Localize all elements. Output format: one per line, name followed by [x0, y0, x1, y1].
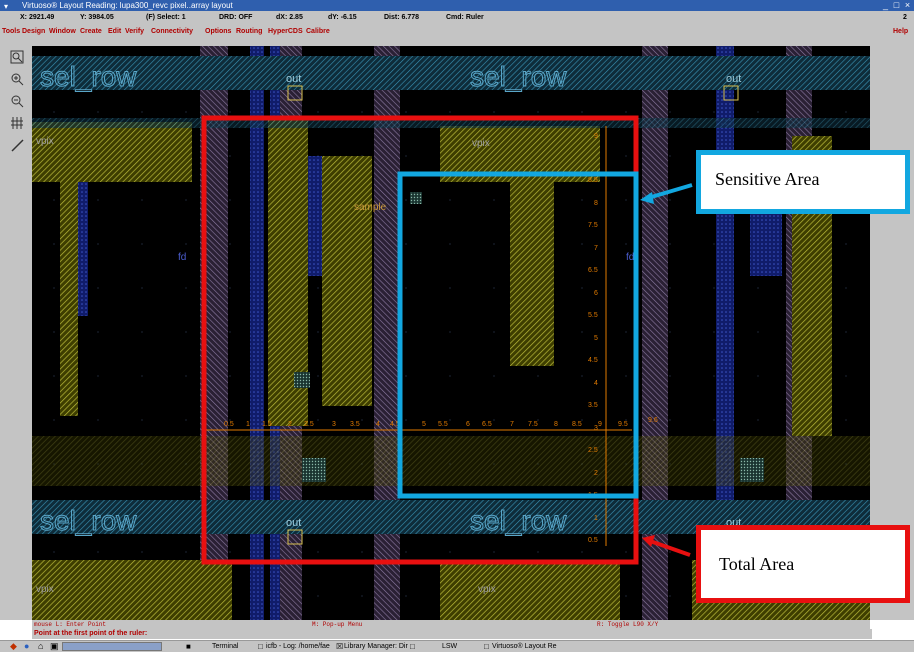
task-checkbox: ☒ [336, 642, 344, 651]
terminal-icon[interactable]: ▣ [50, 642, 59, 651]
task-checkbox: □ [258, 642, 263, 651]
task-checkbox: □ [410, 642, 415, 651]
mouse-right-hint: R: Toggle L90 X/Y [597, 621, 659, 628]
task-terminal[interactable]: Terminal [212, 642, 238, 651]
task-lsw[interactable]: LSW [442, 642, 457, 651]
home-icon[interactable]: ⌂ [38, 642, 43, 651]
mouse-middle-hint: M: Pop-up Menu [312, 621, 363, 628]
window-list-icon: ■ [186, 642, 191, 651]
browser-icon[interactable]: ● [24, 642, 29, 651]
sensitive-area-label: Sensitive Area [715, 169, 820, 189]
start-menu-icon[interactable]: ◆ [10, 642, 17, 651]
task-icfb-log[interactable]: icfb - Log: /home/fae [266, 642, 330, 651]
task-virtuoso-layout[interactable]: Virtuoso® Layout Re [492, 642, 557, 651]
taskbar: ◆ ● ⌂ ▣ ■ Terminal □ icfb - Log: /home/f… [0, 640, 914, 652]
workspace-pager[interactable] [62, 642, 162, 651]
total-area-callout: Total Area [696, 525, 910, 603]
total-area-label: Total Area [719, 554, 795, 574]
sensitive-area-callout: Sensitive Area [696, 150, 910, 214]
mouse-left-hint: mouse L: Enter Point [34, 621, 107, 628]
task-checkbox: □ [484, 642, 489, 651]
command-prompt: Point at the first point of the ruler: [32, 629, 872, 639]
mouse-hint-bar: mouse L: Enter Point M: Pop-up Menu R: T… [32, 620, 870, 629]
task-library-manager[interactable]: Library Manager: Dir [344, 642, 408, 651]
